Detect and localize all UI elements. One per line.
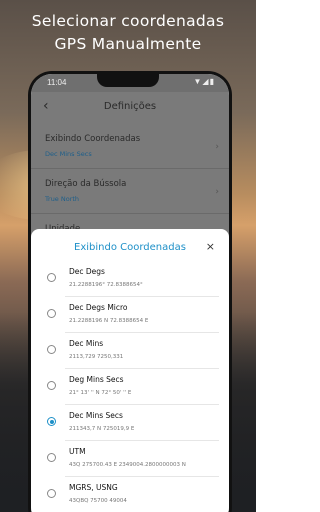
- phone-frame: 11:04 ▼◢▮ ‹ Definições Exibindo Coordena…: [28, 71, 232, 512]
- setting-displaying-coordinates[interactable]: Exibindo Coordenadas Dec Mins Secs ›: [31, 124, 229, 169]
- option-example: 21° 13' '' N 72° 50' '' E: [69, 390, 132, 396]
- setting-value: Dec Mins Secs: [45, 150, 92, 158]
- option-label: Dec Mins Secs: [69, 411, 123, 420]
- option-dec-mins[interactable]: Dec Mins 2113,729 7250,331: [31, 333, 229, 369]
- radio-button[interactable]: [47, 273, 56, 282]
- option-label: Deg Mins Secs: [69, 375, 124, 384]
- coordinate-format-sheet: Exibindo Coordenadas × Dec Degs 21.22881…: [31, 229, 229, 512]
- option-example: 2113,729 7250,331: [69, 354, 124, 360]
- radio-button-selected[interactable]: [47, 417, 56, 426]
- radio-button[interactable]: [47, 309, 56, 318]
- option-mgrs-usng[interactable]: MGRS, USNG 43QBQ 75700 49004: [31, 477, 229, 512]
- headline-line-2: GPS Manualmente: [54, 35, 202, 53]
- radio-button[interactable]: [47, 453, 56, 462]
- option-example: 43Q 275700.43 E 2349004.2800000003 N: [69, 462, 186, 468]
- option-label: Dec Degs: [69, 267, 105, 276]
- chevron-right-icon: ›: [215, 187, 219, 197]
- settings-topbar: ‹ Definições: [31, 92, 229, 124]
- setting-label: Direção da Bússola: [45, 179, 127, 189]
- chevron-right-icon: ›: [215, 142, 219, 152]
- option-label: Dec Degs Micro: [69, 303, 128, 312]
- option-label: MGRS, USNG: [69, 483, 118, 492]
- radio-button[interactable]: [47, 489, 56, 498]
- option-utm[interactable]: UTM 43Q 275700.43 E 2349004.2800000003 N: [31, 441, 229, 477]
- status-time: 11:04: [47, 78, 67, 87]
- settings-screen: ‹ Definições Exibindo Coordenadas Dec Mi…: [31, 92, 229, 512]
- setting-label: Exibindo Coordenadas: [45, 134, 141, 144]
- option-example: 21.2288196 N 72.8388654 E: [69, 318, 149, 324]
- option-label: UTM: [69, 447, 86, 456]
- option-label: Dec Mins: [69, 339, 104, 348]
- option-dec-degs[interactable]: Dec Degs 21.2288196° 72.8388654°: [31, 261, 229, 297]
- radio-button[interactable]: [47, 345, 56, 354]
- setting-value: True North: [45, 195, 80, 203]
- close-icon[interactable]: ×: [206, 240, 215, 253]
- option-example: 43QBQ 75700 49004: [69, 498, 127, 504]
- sheet-title: Exibindo Coordenadas: [74, 242, 186, 253]
- option-dec-mins-secs[interactable]: Dec Mins Secs 211343,7 N 725019,9 E: [31, 405, 229, 441]
- radio-button[interactable]: [47, 381, 56, 390]
- settings-title: Definições: [103, 101, 157, 112]
- headline-line-1: Selecionar coordenadas: [31, 12, 225, 30]
- promo-background: Selecionar coordenadas GPS Manualmente 1…: [0, 0, 256, 512]
- status-bar: 11:04 ▼◢▮: [31, 74, 229, 92]
- option-dec-degs-micro[interactable]: Dec Degs Micro 21.2288196 N 72.8388654 E: [31, 297, 229, 333]
- option-example: 21.2288196° 72.8388654°: [69, 282, 143, 288]
- option-deg-mins-secs[interactable]: Deg Mins Secs 21° 13' '' N 72° 50' '' E: [31, 369, 229, 405]
- camera-notch: [97, 74, 159, 87]
- status-icons: ▼◢▮: [193, 77, 215, 86]
- phone-screen: 11:04 ▼◢▮ ‹ Definições Exibindo Coordena…: [31, 74, 229, 512]
- promo-headline: Selecionar coordenadas GPS Manualmente: [0, 10, 256, 56]
- option-example: 211343,7 N 725019,9 E: [69, 426, 135, 432]
- setting-compass-direction[interactable]: Direção da Bússola True North ›: [31, 169, 229, 214]
